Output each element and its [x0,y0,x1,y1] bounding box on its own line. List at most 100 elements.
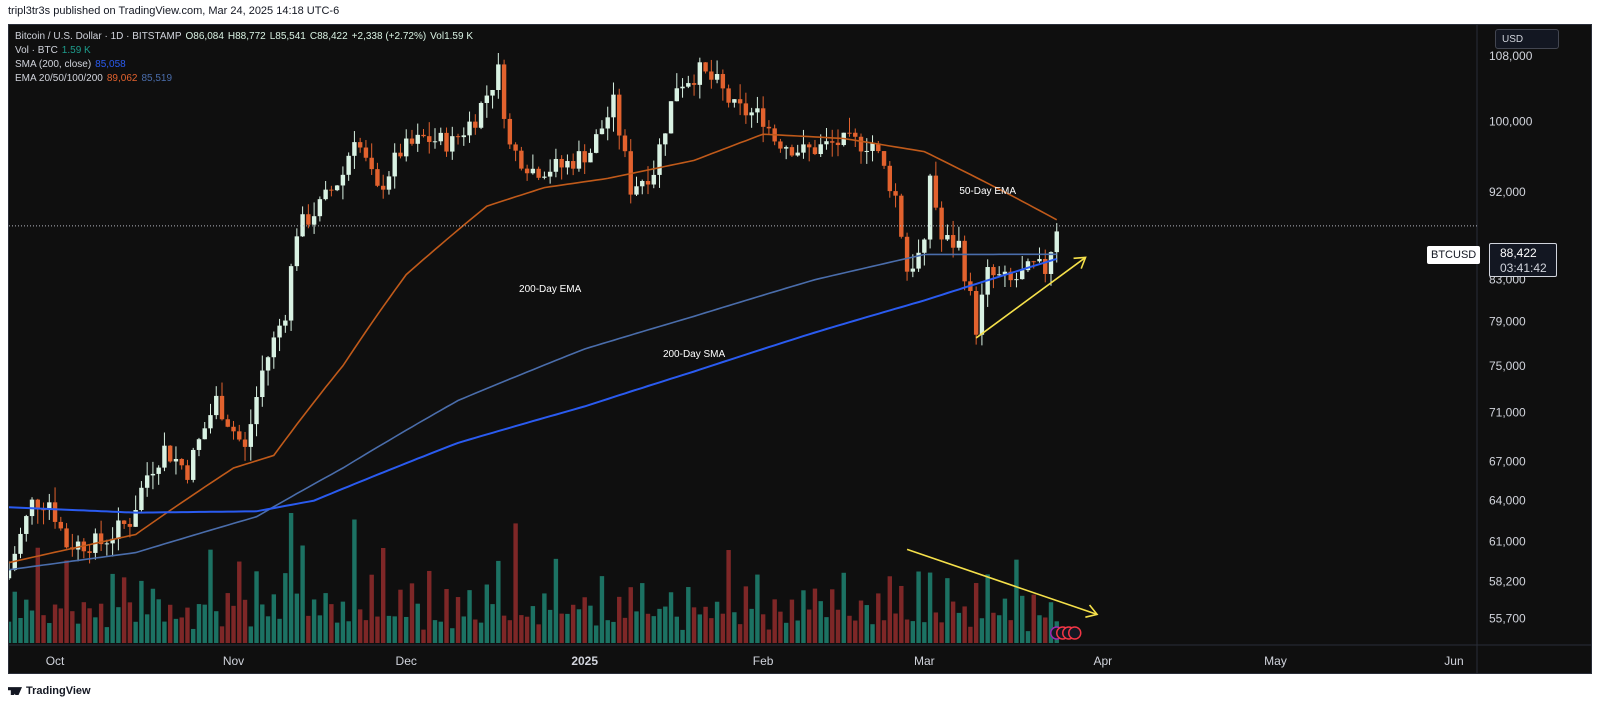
volume-bar [686,587,691,643]
volume-bar [191,628,196,643]
candle-down [398,152,403,157]
candle-up [214,395,219,416]
volume-bar [47,623,52,643]
volume-bar [594,625,599,643]
volume-bar [438,621,443,643]
volume-bar [455,597,461,643]
volume-bar [461,616,466,643]
candle-up [404,138,409,157]
tradingview-logo[interactable]: TradingView [8,685,91,697]
volume-bar [709,618,714,643]
volume-bar [219,626,225,643]
candle-down [720,74,726,89]
candle-up [450,136,455,152]
candle-up [490,89,495,96]
volume-bar [501,615,507,643]
candle-up [553,158,559,172]
price-chart[interactable]: 108,000100,00092,00083,00079,00075,00071… [9,25,1592,674]
volume-bar [553,558,559,643]
volume-bar [144,614,150,643]
candle-up [478,102,484,128]
annotation-label: 200-Day EMA [519,284,582,295]
candle-down [369,157,374,170]
candle-up [783,147,789,149]
candle-up [605,117,610,129]
candle-up [594,134,599,153]
candle-up [392,152,397,177]
candle-up [432,141,438,143]
chart-frame[interactable]: 108,000 100,000 92,000 83,000 79,000 75,000 71… [8,24,1592,674]
candle-up [565,161,570,168]
volume-bar [110,573,115,643]
candle-down [881,151,887,166]
candle-down [519,150,524,169]
candle-down [962,240,967,282]
candle-down [691,83,697,85]
volume-bar [985,574,990,643]
volume-bar [156,599,161,643]
volume-bar [369,574,374,643]
candle-up [663,133,668,145]
volume-bar [98,603,104,643]
currency-button[interactable]: USD [1495,29,1559,49]
legend-symbol: Bitcoin / U.S. Dollar · 1D · BITSTAMP [15,31,182,42]
volume-bar [1037,615,1042,643]
volume-bar [726,550,731,643]
legend-sma-name: SMA (200, close) [15,59,92,70]
volume-bar [847,615,852,643]
candle-up [749,112,754,116]
legend-ema-name: EMA 20/50/100/200 [15,73,103,84]
volume-bar [1008,620,1013,643]
candle-up [317,199,323,217]
y-tick-label: 100,000 [1489,114,1533,128]
x-tick-label: 2025 [571,654,598,668]
y-tick-label: 61,000 [1489,534,1526,548]
volume-bar [628,587,633,643]
candle-down [950,235,956,248]
volume-bar [933,612,939,643]
candle-up [1054,231,1059,253]
candle-up [496,64,501,90]
volume-bar [18,617,23,643]
candle-down [473,121,478,128]
candle-down [904,236,910,272]
volume-bar [645,613,651,643]
candle-down [703,62,708,72]
legend-symbol-row: Bitcoin / U.S. Dollar · 1D · BITSTAMP O86… [15,31,477,42]
volume-bar [588,605,593,643]
volume-bar [703,606,708,643]
candle-down [743,103,749,116]
volume-bar [576,609,582,643]
volume-bar [162,621,167,643]
candle-down [582,151,587,163]
legend-ema-row: EMA 20/50/100/200 89,062 85,519 [15,73,176,84]
volume-bar [185,607,190,643]
volume-bar [973,583,979,643]
candle-up [311,216,317,225]
volume-bar [927,572,933,643]
volume-bar [167,604,173,643]
candle-up [24,516,29,534]
volume-bar [311,599,317,643]
y-tick-label: 92,000 [1489,185,1526,199]
volume-bar [225,593,230,643]
candle-down [225,419,230,427]
volume-bar [116,607,121,643]
volume-bar [121,577,127,643]
event-marker [1067,626,1082,640]
candle-down [121,520,127,524]
volume-bar [231,605,236,643]
candle-down [237,431,242,440]
volume-bar [720,613,726,643]
volume-bar [559,613,564,643]
symbol-label: BTCUSD [1427,246,1481,264]
volume-bar [876,593,881,643]
volume-bar [835,609,841,643]
volume-bar [542,593,547,643]
volume-bar [386,615,392,643]
candle-up [461,135,466,138]
volume-bar [824,617,829,643]
volume-bar [789,599,795,643]
candle-down [617,94,622,136]
candle-down [893,191,898,196]
